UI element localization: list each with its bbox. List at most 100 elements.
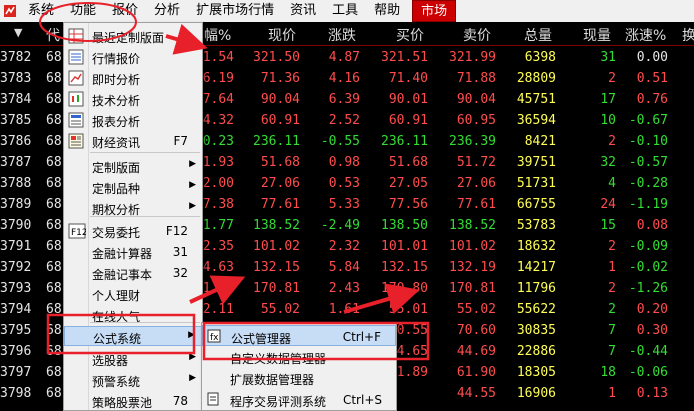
header-ask[interactable]: 卖价: [463, 25, 491, 45]
menu-item-12[interactable]: 个人理财: [64, 284, 202, 304]
submenu-item-0[interactable]: fx 公式管理器 Ctrl+F: [202, 325, 396, 346]
cell-price: 236.11: [253, 134, 300, 149]
header-volume[interactable]: 总量: [524, 25, 552, 45]
menu-item-11[interactable]: 金融记事本 32: [64, 263, 202, 283]
menu-market[interactable]: 市场: [412, 0, 457, 22]
cell-vol: 53783: [516, 218, 556, 233]
menu-item-shortcut: 78: [172, 394, 188, 408]
cell-bid: 90.01: [388, 92, 428, 107]
submenu-item-label: 公式管理器: [231, 332, 292, 346]
menu-item-0[interactable]: 最近定制版面: [64, 26, 202, 46]
menu-item-shortcut: 32: [172, 266, 188, 280]
menu-item-14[interactable]: 公式系统 ▶: [64, 326, 202, 346]
menu-separator: [90, 216, 200, 217]
cell-cur: 31: [600, 50, 616, 65]
cell-cur: 2: [608, 71, 616, 86]
menu-item-label: 即时分析: [92, 73, 141, 87]
cell-num: 3795: [0, 323, 32, 338]
cell-price: 170.81: [253, 281, 300, 296]
menu-item-7[interactable]: 定制品种 ▶: [64, 177, 202, 197]
cell-bid: 132.15: [381, 260, 428, 275]
cell-speed: 0.76: [636, 92, 668, 107]
cell-ask: 60.95: [456, 113, 496, 128]
cell-speed: -0.44: [628, 344, 668, 359]
cell-ask: 170.81: [449, 281, 496, 296]
submenu-item-label: 自定义数据管理器: [230, 352, 327, 366]
menu-item-3[interactable]: 技术分析: [64, 89, 202, 109]
header-speed[interactable]: 涨速%: [625, 25, 666, 45]
header-change-pct[interactable]: 幅%: [204, 25, 231, 45]
cell-cur: 1: [608, 386, 616, 401]
menu-item-label: 预警系统: [92, 375, 141, 389]
cell-chg: 2.32: [328, 239, 360, 254]
cell-ask: 71.88: [456, 71, 496, 86]
header-code[interactable]: 代: [46, 25, 60, 45]
submenu-arrow-icon: ▶: [188, 330, 195, 340]
app-logo-icon[interactable]: [0, 0, 20, 22]
menu-quote[interactable]: 报价: [104, 0, 146, 22]
cell-vol: 51731: [516, 176, 556, 191]
sort-arrow-icon[interactable]: ▼: [14, 26, 22, 39]
menu-system[interactable]: 系统: [20, 0, 62, 22]
menu-item-label: 公式系统: [93, 332, 142, 346]
cell-bid: 321.51: [381, 50, 428, 65]
menu-item-15[interactable]: 选股器 ▶: [64, 349, 202, 369]
cell-cur: 18: [600, 365, 616, 380]
menu-separator: [90, 152, 200, 153]
menu-extended-market[interactable]: 扩展市场行情: [188, 0, 282, 22]
header-bid[interactable]: 买价: [396, 25, 424, 45]
menu-item-17[interactable]: 策略股票池 78: [64, 391, 202, 411]
cell-ask: 51.72: [456, 155, 496, 170]
cell-speed: -0.67: [628, 113, 668, 128]
report-icon: [68, 112, 84, 128]
menu-item-4[interactable]: 报表分析: [64, 110, 202, 130]
cell-num: 3797: [0, 365, 32, 380]
cell-num: 3792: [0, 260, 32, 275]
menu-news[interactable]: 资讯: [282, 0, 324, 22]
cell-ask: 90.04: [456, 92, 496, 107]
cell-bid: 236.11: [381, 134, 428, 149]
submenu-item-3[interactable]: 程序交易评测系统 Ctrl+S: [202, 389, 396, 410]
cell-vol: 18632: [516, 239, 556, 254]
menu-item-shortcut: F7: [173, 134, 188, 148]
cell-ask: 70.60: [456, 323, 496, 338]
cell-ask: 27.06: [456, 176, 496, 191]
menu-item-16[interactable]: 预警系统 ▶: [64, 370, 202, 390]
cell-ask: 55.02: [456, 302, 496, 317]
formula-icon: fx: [207, 329, 221, 343]
cell-price: 77.61: [260, 197, 300, 212]
submenu-item-1[interactable]: 自定义数据管理器: [202, 346, 396, 367]
cell-speed: -0.28: [628, 176, 668, 191]
cell-bid: 101.01: [381, 239, 428, 254]
cell-ask: 138.52: [449, 218, 496, 233]
cell-cur: 32: [600, 155, 616, 170]
menu-item-9[interactable]: F12 交易委托 F12: [64, 221, 202, 241]
cell-bid: 77.56: [388, 197, 428, 212]
menu-item-10[interactable]: 金融计算器 31: [64, 242, 202, 262]
header-change[interactable]: 涨跌: [328, 25, 356, 45]
cell-price: 101.02: [253, 239, 300, 254]
menu-item-1[interactable]: 行情报价: [64, 47, 202, 67]
menu-item-8[interactable]: 期权分析 ▶: [64, 198, 202, 218]
cell-num: 3789: [0, 197, 32, 212]
cell-speed: -0.10: [628, 134, 668, 149]
cell-cur: 2: [608, 302, 616, 317]
menu-function[interactable]: 功能: [62, 0, 104, 22]
cell-vol: 18305: [516, 365, 556, 380]
submenu-item-2[interactable]: 扩展数据管理器: [202, 367, 396, 388]
menu-item-6[interactable]: 定制版面 ▶: [64, 156, 202, 176]
header-turnover[interactable]: 换: [682, 25, 694, 45]
cell-vol: 36594: [516, 113, 556, 128]
menu-item-label: 金融记事本: [92, 268, 153, 282]
header-current-volume[interactable]: 现量: [583, 25, 611, 45]
menu-help[interactable]: 帮助: [366, 0, 408, 22]
menu-analysis[interactable]: 分析: [146, 0, 188, 22]
cell-bid: 55.01: [388, 302, 428, 317]
menu-item-2[interactable]: 即时分析: [64, 68, 202, 88]
cell-bid: 60.91: [388, 113, 428, 128]
submenu-item-shortcut: Ctrl+S: [342, 393, 382, 407]
menu-item-5[interactable]: 财经资讯 F7: [64, 131, 202, 151]
header-price[interactable]: 现价: [268, 25, 296, 45]
menu-tools[interactable]: 工具: [324, 0, 366, 22]
cell-speed: -0.09: [628, 239, 668, 254]
